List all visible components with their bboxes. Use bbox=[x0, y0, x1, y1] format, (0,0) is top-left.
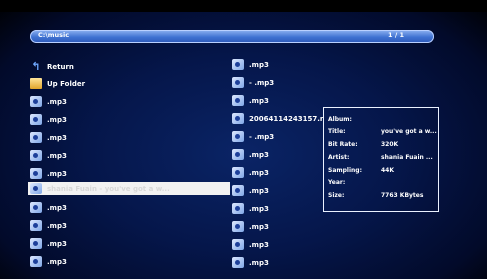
file-item[interactable]: .mp3 bbox=[30, 255, 67, 268]
list-item-label: .mp3 bbox=[249, 186, 269, 195]
list-item-label: .mp3 bbox=[47, 221, 67, 230]
page-indicator: 1 / 1 bbox=[388, 31, 404, 39]
audio-file-icon bbox=[232, 77, 244, 88]
file-item[interactable]: .mp3 bbox=[232, 202, 269, 215]
file-item[interactable]: .mp3 bbox=[30, 201, 67, 214]
list-item-label: .mp3 bbox=[47, 133, 67, 142]
file-item[interactable]: .mp3 bbox=[30, 167, 67, 180]
file-item[interactable]: .mp3 bbox=[232, 184, 269, 197]
file-item[interactable]: .mp3 bbox=[30, 131, 67, 144]
list-item-label: .mp3 bbox=[249, 258, 269, 267]
tv-bezel bbox=[0, 0, 487, 12]
file-item[interactable]: - .mp3 bbox=[232, 130, 274, 143]
file-item[interactable]: .mp3 bbox=[232, 220, 269, 233]
audio-file-icon bbox=[232, 167, 244, 178]
media-browser-screen: C:\music 1 / 1 ↰ Return Up Folder .mp3 .… bbox=[0, 0, 487, 279]
size-value: 7763 KBytes bbox=[381, 192, 424, 199]
audio-file-icon bbox=[30, 150, 42, 161]
file-item[interactable]: .mp3 bbox=[30, 149, 67, 162]
list-item-label: .mp3 bbox=[47, 97, 67, 106]
file-item[interactable]: .mp3 bbox=[30, 113, 67, 126]
list-item-label: .mp3 bbox=[47, 169, 67, 178]
file-item[interactable]: .mp3 bbox=[232, 256, 269, 269]
list-item-label: .mp3 bbox=[249, 240, 269, 249]
file-item[interactable]: .mp3 bbox=[30, 219, 67, 232]
audio-file-icon bbox=[30, 220, 42, 231]
artist-value: shania Fuain ... bbox=[381, 154, 433, 161]
return-item[interactable]: ↰ Return bbox=[30, 60, 74, 73]
path-bar: C:\music 1 / 1 bbox=[30, 30, 434, 43]
list-item-label: - .mp3 bbox=[249, 132, 275, 141]
list-item-label: Return bbox=[47, 62, 74, 71]
audio-file-icon bbox=[30, 183, 42, 194]
list-item-label: .mp3 bbox=[47, 115, 67, 124]
folder-icon bbox=[30, 78, 42, 89]
audio-file-icon bbox=[30, 96, 42, 107]
file-item[interactable]: .mp3 bbox=[232, 166, 269, 179]
list-item-label: .mp3 bbox=[249, 60, 269, 69]
file-item[interactable]: .mp3 bbox=[232, 58, 269, 71]
current-path: C:\music bbox=[38, 31, 70, 39]
list-item-label: .mp3 bbox=[249, 204, 269, 213]
list-item-label: shania Fuain - you've got a w... bbox=[47, 184, 170, 193]
title-label: Title: bbox=[328, 128, 346, 135]
audio-file-icon bbox=[232, 131, 244, 142]
return-icon: ↰ bbox=[31, 60, 41, 73]
file-item[interactable]: - .mp3 bbox=[232, 76, 274, 89]
list-item-label: Up Folder bbox=[47, 79, 86, 88]
audio-file-icon bbox=[30, 256, 42, 267]
file-item[interactable]: 20064114243157.r bbox=[232, 112, 323, 125]
audio-file-icon bbox=[232, 59, 244, 70]
list-item-label: .mp3 bbox=[47, 257, 67, 266]
file-item[interactable]: .mp3 bbox=[232, 94, 269, 107]
audio-file-icon bbox=[232, 239, 244, 250]
audio-file-icon bbox=[232, 95, 244, 106]
audio-file-icon bbox=[232, 113, 244, 124]
audio-file-icon bbox=[232, 185, 244, 196]
list-item-label: .mp3 bbox=[249, 222, 269, 231]
audio-file-icon bbox=[232, 203, 244, 214]
bitrate-value: 320K bbox=[381, 141, 399, 148]
audio-file-icon bbox=[232, 149, 244, 160]
list-item-label: .mp3 bbox=[249, 96, 269, 105]
audio-file-icon bbox=[30, 132, 42, 143]
file-item[interactable]: .mp3 bbox=[30, 237, 67, 250]
list-item-label: 20064114243157.r bbox=[249, 114, 324, 123]
file-item[interactable]: .mp3 bbox=[232, 148, 269, 161]
audio-file-icon bbox=[30, 238, 42, 249]
audio-file-icon bbox=[30, 168, 42, 179]
file-item[interactable]: .mp3 bbox=[232, 238, 269, 251]
list-item-label: .mp3 bbox=[47, 203, 67, 212]
audio-file-icon bbox=[232, 221, 244, 232]
list-item-label: .mp3 bbox=[249, 168, 269, 177]
year-label: Year: bbox=[328, 179, 346, 186]
title-value: you've got a w... bbox=[381, 128, 437, 135]
file-item[interactable]: .mp3 bbox=[30, 95, 67, 108]
sampling-value: 44K bbox=[381, 167, 394, 174]
up-folder-item[interactable]: Up Folder bbox=[30, 77, 85, 90]
bitrate-label: Bit Rate: bbox=[328, 141, 358, 148]
size-label: Size: bbox=[328, 192, 345, 199]
audio-file-icon bbox=[30, 202, 42, 213]
list-item-label: - .mp3 bbox=[249, 78, 275, 87]
list-item-label: .mp3 bbox=[249, 150, 269, 159]
audio-file-icon bbox=[30, 114, 42, 125]
list-item-label: .mp3 bbox=[47, 151, 67, 160]
album-label: Album: bbox=[328, 116, 352, 123]
list-item-label: .mp3 bbox=[47, 239, 67, 248]
file-item-selected[interactable]: shania Fuain - you've got a w... bbox=[28, 182, 230, 195]
track-info-panel: Album: Title: you've got a w... Bit Rate… bbox=[323, 107, 439, 212]
artist-label: Artist: bbox=[328, 154, 350, 161]
sampling-label: Sampling: bbox=[328, 167, 362, 174]
audio-file-icon bbox=[232, 257, 244, 268]
